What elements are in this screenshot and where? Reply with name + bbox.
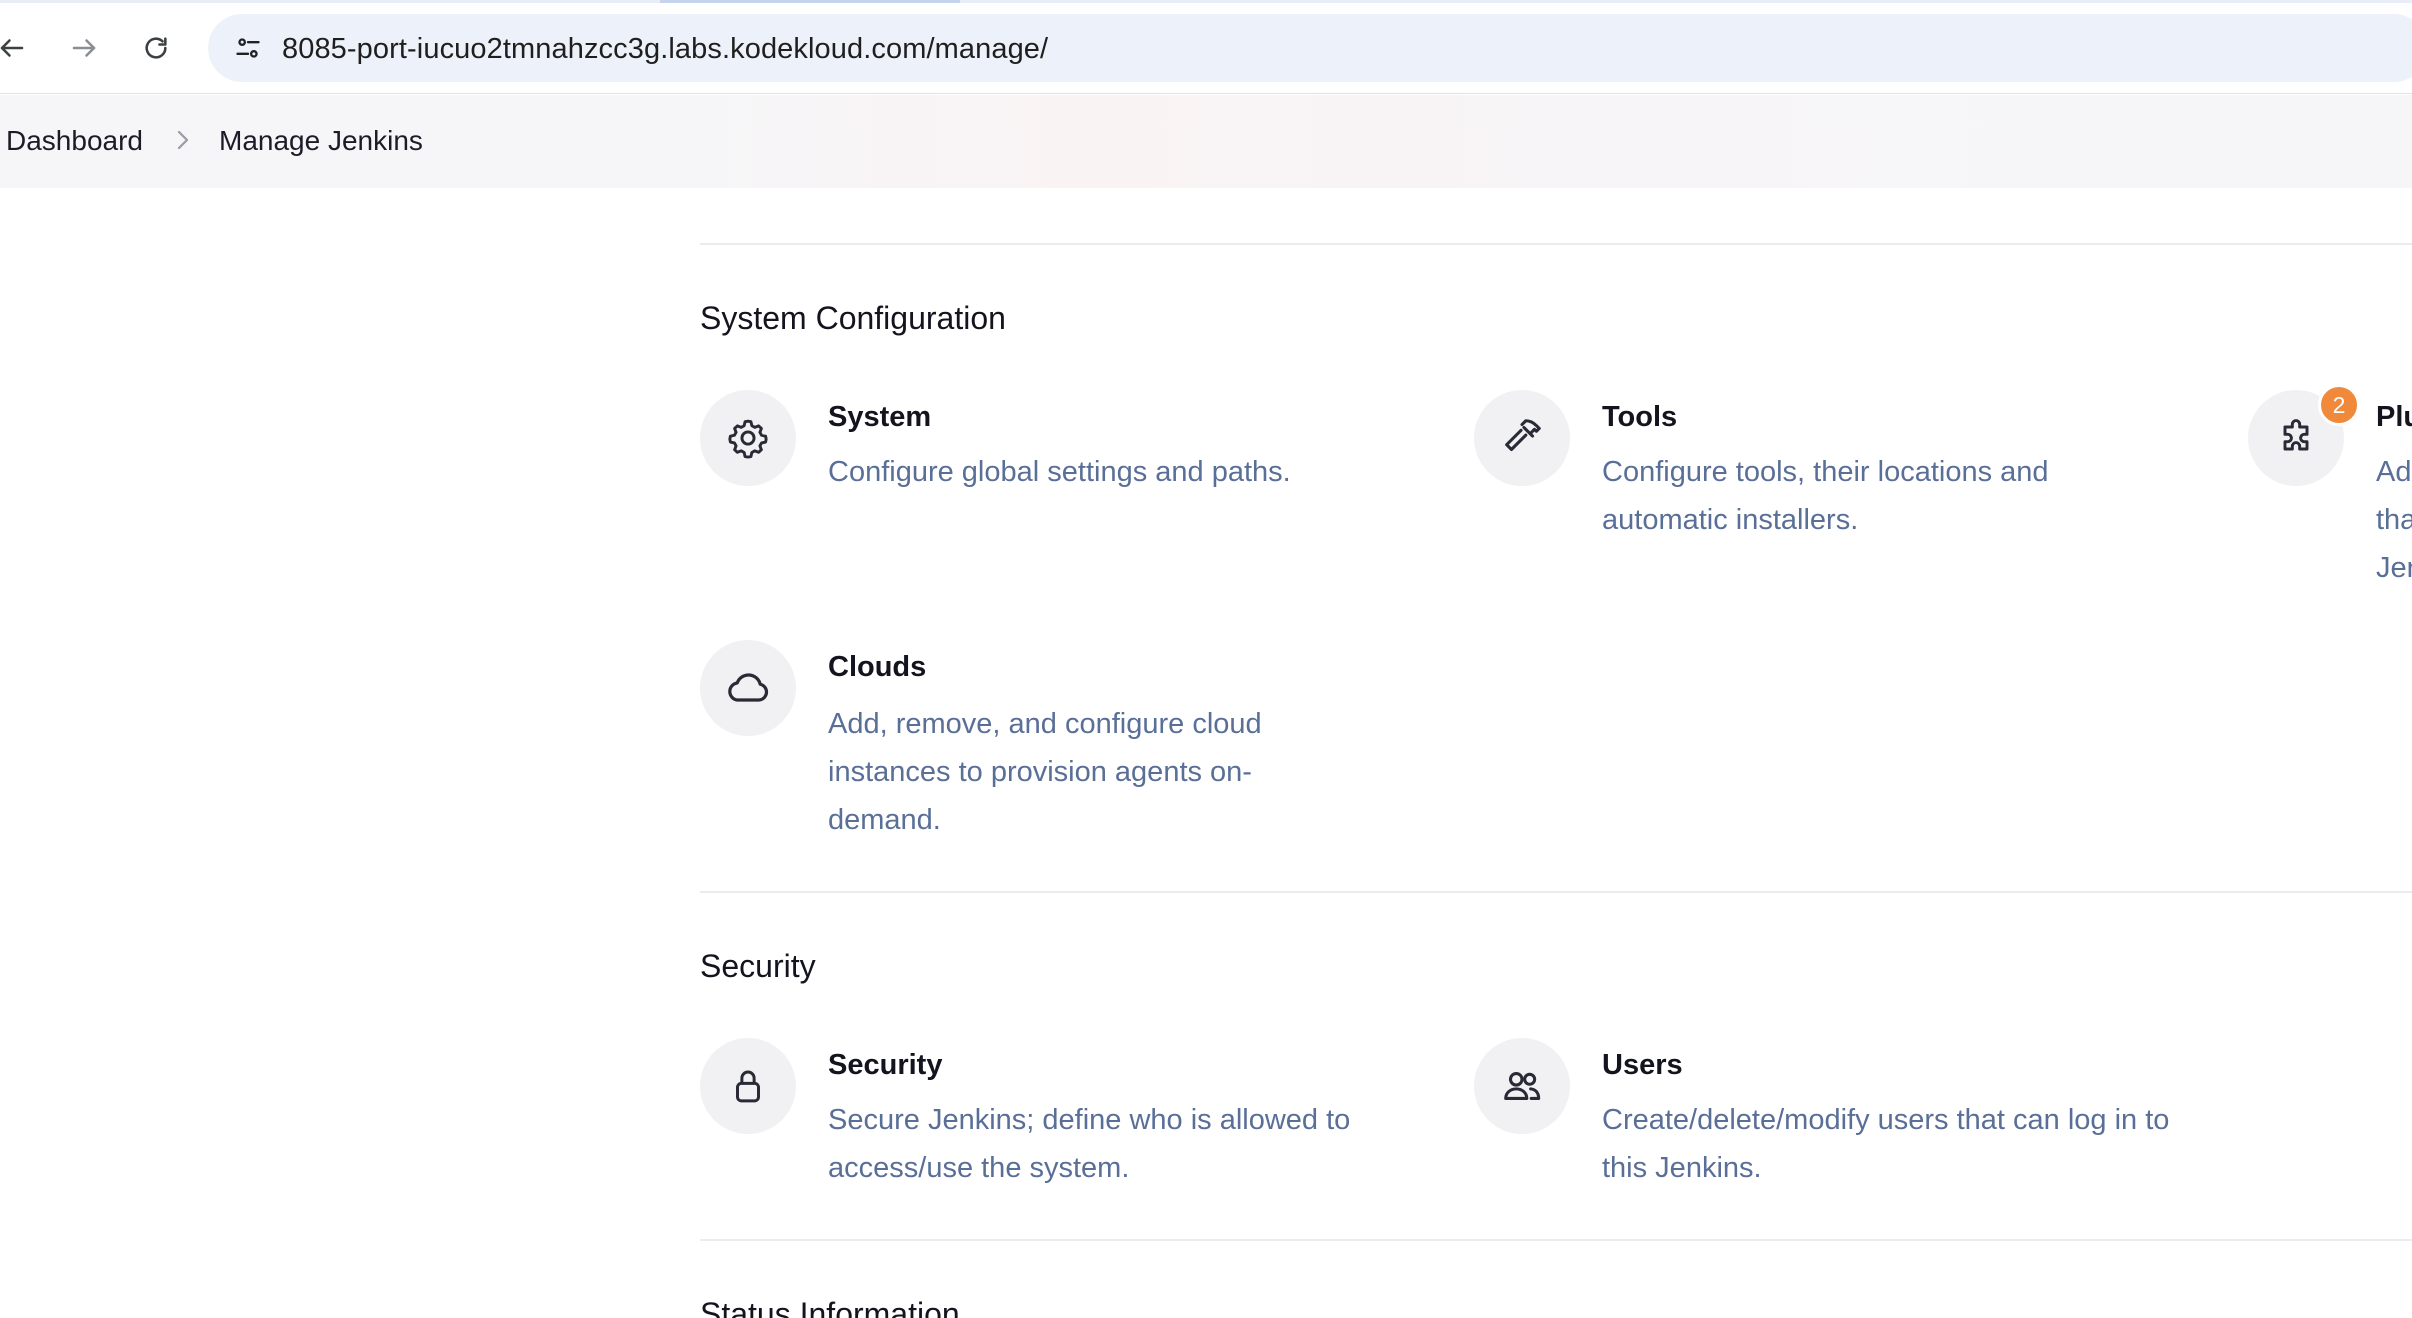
reload-icon	[145, 37, 167, 59]
manage-item-users[interactable]: Users Create/delete/modify users that ca…	[1474, 1038, 2174, 1188]
chevron-right-icon	[172, 127, 194, 153]
back-arrow-icon	[0, 39, 24, 57]
tab-strip	[0, 0, 2412, 3]
site-info-button[interactable]	[228, 28, 268, 68]
item-description: Configure tools, their locations and aut…	[1602, 456, 2049, 536]
forward-button[interactable]	[62, 26, 106, 70]
breadcrumb-dashboard[interactable]: Dashboard	[6, 125, 143, 157]
back-button[interactable]	[0, 26, 34, 70]
item-description: Ad tha Jer	[2376, 456, 2412, 584]
manage-item-clouds[interactable]: Clouds Add, remove, and configure cloud …	[700, 640, 1400, 840]
section-divider	[700, 1239, 2412, 1241]
reload-button[interactable]	[134, 26, 178, 70]
section-divider	[700, 243, 2412, 245]
item-title: Tools	[1602, 401, 1678, 433]
breadcrumb: Dashboard Manage Jenkins	[0, 95, 2412, 188]
item-description: Secure Jenkins; define who is allowed to…	[828, 1104, 1351, 1184]
address-bar[interactable]: 8085-port-iucuo2tmnahzcc3g.labs.kodeklou…	[208, 14, 2412, 82]
section-divider	[700, 891, 2412, 893]
item-description: Configure global settings and paths.	[828, 456, 1291, 488]
manage-item-system[interactable]: System Configure global settings and pat…	[700, 390, 1400, 500]
section-title-status-information: Status Information	[700, 1296, 960, 1318]
tune-icon	[236, 38, 260, 58]
item-title: Users	[1602, 1049, 1683, 1081]
lock-icon	[700, 1038, 796, 1134]
manage-item-security[interactable]: Security Secure Jenkins; define who is a…	[700, 1038, 1400, 1188]
item-title: Plu	[2376, 401, 2412, 433]
browser-toolbar: 8085-port-iucuo2tmnahzcc3g.labs.kodeklou…	[0, 0, 2412, 94]
hammer-icon	[1474, 390, 1570, 486]
users-icon	[1474, 1038, 1570, 1134]
item-title: Security	[828, 1049, 943, 1081]
section-title-security: Security	[700, 948, 816, 984]
breadcrumb-manage-jenkins[interactable]: Manage Jenkins	[219, 125, 423, 157]
item-description: Add, remove, and configure cloud instanc…	[828, 708, 1262, 836]
section-title-system-configuration: System Configuration	[700, 300, 1006, 336]
gear-icon	[700, 390, 796, 486]
manage-item-plugins[interactable]: 2 Plu Ad tha Jer	[2248, 384, 2412, 590]
item-title: System	[828, 401, 932, 433]
manage-item-tools[interactable]: Tools Configure tools, their locations a…	[1474, 390, 2174, 540]
url-text[interactable]: 8085-port-iucuo2tmnahzcc3g.labs.kodeklou…	[282, 33, 1048, 66]
updates-count-badge: 2	[2318, 384, 2360, 426]
item-description: Create/delete/modify users that can log …	[1602, 1104, 2170, 1184]
forward-arrow-icon	[72, 39, 96, 57]
item-title: Clouds	[828, 651, 927, 683]
cloud-icon	[700, 640, 796, 736]
